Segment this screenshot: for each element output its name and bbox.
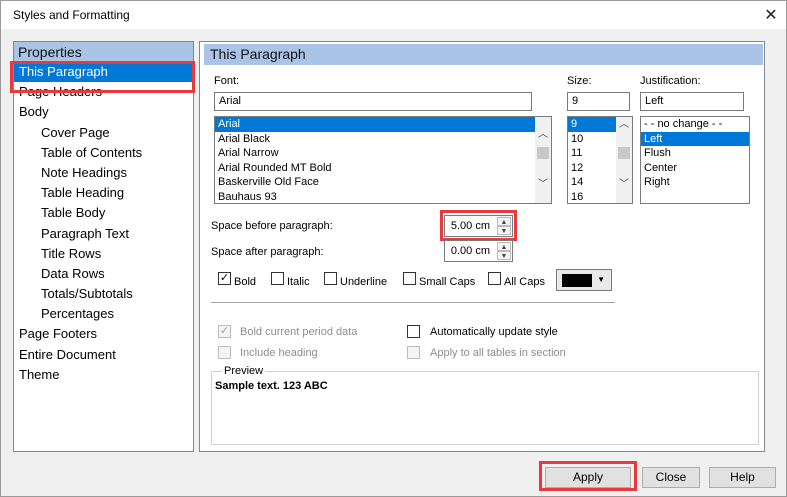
help-button[interactable]: Help (709, 467, 776, 488)
bold-current-period-checkbox[interactable]: ✓ (218, 325, 231, 338)
underline-checkbox[interactable] (324, 272, 337, 285)
property-item[interactable]: Theme (14, 365, 193, 385)
italic-label: Italic (287, 276, 310, 288)
preview-legend: Preview (222, 365, 266, 377)
property-item[interactable]: Table of Contents (14, 143, 193, 163)
scroll-down-icon[interactable]: ﹀ (535, 177, 551, 193)
properties-items: This Paragraph Page Headers Body Cover Page… (14, 62, 193, 385)
space-before-value[interactable]: 5.00 cm (451, 220, 490, 232)
panel-header: This Paragraph (204, 44, 763, 65)
font-label: Font: (214, 75, 240, 87)
space-before-label: Space before paragraph: (211, 220, 333, 232)
properties-list: Properties This Paragraph Page Headers Bod… (13, 41, 194, 452)
property-item[interactable]: Page Headers (14, 82, 193, 102)
property-item[interactable]: Paragraph Text (14, 224, 193, 244)
include-heading-label: Include heading (240, 347, 318, 359)
font-list[interactable]: Arial Arial Black Arial Narrow Arial Rounde… (214, 116, 552, 204)
scroll-down-icon[interactable]: ﹀ (616, 177, 632, 193)
list-item[interactable]: Baskerville Old Face (215, 175, 551, 190)
italic-checkbox[interactable] (271, 272, 284, 285)
scroll-up-icon[interactable]: ︿ (535, 127, 551, 143)
increment-icon[interactable]: ▲ (497, 242, 511, 251)
property-item[interactable]: Percentages (14, 304, 193, 324)
all-caps-label: All Caps (504, 276, 545, 288)
text-color-button[interactable]: ▼ (556, 269, 612, 291)
dropdown-arrow-icon: ▼ (597, 275, 605, 284)
space-after-value[interactable]: 0.00 cm (451, 245, 490, 257)
size-input[interactable]: 9 (567, 92, 630, 111)
list-item[interactable]: Right (641, 175, 749, 190)
color-swatch (562, 274, 592, 287)
auto-update-checkbox[interactable] (407, 325, 420, 338)
justification-input[interactable]: Left (640, 92, 744, 111)
size-list-scrollbar[interactable]: ︿ ﹀ (616, 117, 632, 203)
properties-header: Properties (14, 42, 193, 62)
close-button[interactable]: Close (642, 467, 700, 488)
list-item[interactable]: - - no change - - (641, 117, 749, 132)
window-title: Styles and Formatting (13, 8, 130, 22)
property-item[interactable]: Title Rows (14, 244, 193, 264)
property-item[interactable]: Totals/Subtotals (14, 284, 193, 304)
preview-sample: Sample text. 123 ABC (215, 380, 328, 392)
font-list-scrollbar[interactable]: ︿ ﹀ (535, 117, 551, 203)
underline-label: Underline (340, 276, 388, 288)
property-item[interactable]: Entire Document (14, 345, 193, 365)
list-item[interactable]: Flush (641, 146, 749, 161)
space-before-stepper[interactable]: ▲ ▼ (497, 217, 511, 235)
property-item[interactable]: Cover Page (14, 123, 193, 143)
preview-box: Preview Sample text. 123 ABC (211, 365, 759, 445)
property-item[interactable]: Table Heading (14, 183, 193, 203)
title-bar: Styles and Formatting ✕ (1, 1, 786, 29)
space-after-label: Space after paragraph: (211, 246, 324, 258)
decrement-icon[interactable]: ▼ (497, 251, 511, 260)
space-after-spinner[interactable]: 0.00 cm ▲ ▼ (444, 240, 513, 262)
bold-label: Bold (234, 276, 257, 288)
list-item[interactable]: Arial (215, 117, 551, 132)
bold-checkbox[interactable]: ✓ (218, 272, 231, 285)
include-heading-checkbox[interactable] (218, 346, 231, 359)
close-icon[interactable]: ✕ (756, 1, 786, 29)
small-caps-checkbox[interactable] (403, 272, 416, 285)
property-item[interactable]: Page Footers (14, 324, 193, 344)
size-label: Size: (567, 75, 592, 87)
decrement-icon[interactable]: ▼ (497, 226, 511, 235)
small-caps-label: Small Caps (419, 276, 476, 288)
property-item[interactable]: Data Rows (14, 264, 193, 284)
property-item[interactable]: Note Headings (14, 163, 193, 183)
apply-all-tables-checkbox[interactable] (407, 346, 420, 359)
list-item[interactable]: Arial Black (215, 132, 551, 147)
space-after-stepper[interactable]: ▲ ▼ (497, 242, 511, 260)
scroll-thumb[interactable] (618, 147, 630, 159)
increment-icon[interactable]: ▲ (497, 217, 511, 226)
property-item[interactable]: Body (14, 102, 193, 122)
property-item[interactable]: Table Body (14, 203, 193, 223)
separator (211, 302, 615, 303)
list-item[interactable]: Center (641, 161, 749, 176)
size-list[interactable]: 9 10 11 12 14 16 ︿ ﹀ (567, 116, 633, 204)
list-item[interactable]: Bauhaus 93 (215, 190, 551, 204)
all-caps-checkbox[interactable] (488, 272, 501, 285)
apply-button[interactable]: Apply (545, 467, 631, 488)
scroll-up-icon[interactable]: ︿ (616, 117, 632, 133)
list-item[interactable]: Left (641, 131, 749, 146)
font-input[interactable]: Arial (214, 92, 532, 111)
space-before-spinner[interactable]: 5.00 cm ▲ ▼ (444, 215, 513, 237)
property-item[interactable]: This Paragraph (14, 62, 193, 83)
auto-update-label: Automatically update style (430, 326, 558, 338)
bold-current-period-label: Bold current period data (240, 326, 358, 338)
apply-all-tables-label: Apply to all tables in section (430, 347, 566, 359)
justification-label: Justification: (640, 75, 701, 87)
scroll-thumb[interactable] (537, 147, 549, 159)
justification-list[interactable]: - - no change - - Left Flush Center Right (640, 116, 750, 204)
list-item[interactable]: Arial Narrow (215, 146, 551, 161)
list-item[interactable]: Arial Rounded MT Bold (215, 161, 551, 176)
styles-dialog: Styles and Formatting ✕ Properties This … (0, 0, 787, 497)
